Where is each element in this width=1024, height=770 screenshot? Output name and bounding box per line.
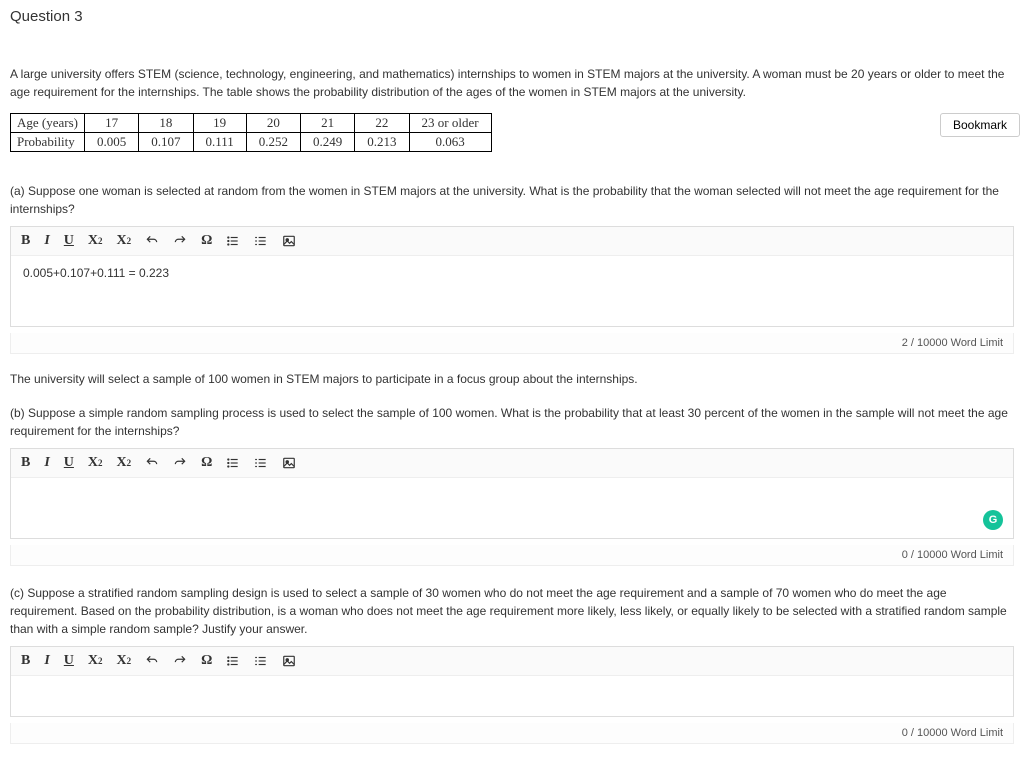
omega-button[interactable]: Ω: [201, 653, 212, 669]
superscript-button[interactable]: X2: [88, 455, 103, 471]
editor-b: B I U X2 X2 Ω G: [10, 448, 1014, 539]
bold-button[interactable]: B: [21, 233, 30, 249]
italic-button[interactable]: I: [44, 233, 49, 249]
answer-area-a[interactable]: 0.005+0.107+0.111 = 0.223: [11, 256, 1013, 326]
subscript-button[interactable]: X2: [117, 233, 132, 249]
answer-area-b[interactable]: G: [11, 478, 1013, 538]
underline-button[interactable]: U: [64, 233, 74, 249]
redo-button[interactable]: [173, 234, 187, 248]
age-cell: 20: [246, 114, 300, 133]
underline-button[interactable]: U: [64, 653, 74, 669]
age-cell: 21: [301, 114, 355, 133]
redo-button[interactable]: [173, 654, 187, 668]
bold-button[interactable]: B: [21, 653, 30, 669]
toolbar: B I U X2 X2 Ω: [11, 647, 1013, 676]
word-limit-c: 0 / 10000 Word Limit: [10, 723, 1014, 744]
toolbar: B I U X2 X2 Ω: [11, 449, 1013, 478]
editor-a: B I U X2 X2 Ω 0.005+0.107+0.111 = 0.223: [10, 226, 1014, 327]
table-row: Probability 0.005 0.107 0.111 0.252 0.24…: [11, 133, 492, 152]
image-button[interactable]: [282, 456, 296, 470]
intro-text: A large university offers STEM (science,…: [10, 65, 1014, 101]
mid-text: The university will select a sample of 1…: [10, 372, 1014, 386]
superscript-button[interactable]: X2: [88, 233, 103, 249]
bullet-list-button[interactable]: [226, 234, 240, 248]
omega-button[interactable]: Ω: [201, 233, 212, 249]
undo-button[interactable]: [145, 456, 159, 470]
age-cell: 23 or older: [409, 114, 491, 133]
undo-button[interactable]: [145, 654, 159, 668]
subscript-button[interactable]: X2: [117, 455, 132, 471]
subscript-button[interactable]: X2: [117, 653, 132, 669]
question-title: Question 3: [10, 8, 1014, 25]
age-label: Age (years): [11, 114, 85, 133]
age-cell: 17: [85, 114, 139, 133]
age-cell: 22: [355, 114, 409, 133]
part-a-text: (a) Suppose one woman is selected at ran…: [10, 182, 1014, 218]
toolbar: B I U X2 X2 Ω: [11, 227, 1013, 256]
italic-button[interactable]: I: [44, 653, 49, 669]
bookmark-button[interactable]: Bookmark: [940, 113, 1020, 137]
underline-button[interactable]: U: [64, 455, 74, 471]
prob-cell: 0.213: [355, 133, 409, 152]
bold-button[interactable]: B: [21, 455, 30, 471]
answer-area-c[interactable]: [11, 676, 1013, 716]
part-b-text: (b) Suppose a simple random sampling pro…: [10, 404, 1014, 440]
age-cell: 19: [193, 114, 246, 133]
bullet-list-button[interactable]: [226, 654, 240, 668]
part-c-text: (c) Suppose a stratified random sampling…: [10, 584, 1014, 638]
number-list-button[interactable]: [254, 234, 268, 248]
table-row: Age (years) 17 18 19 20 21 22 23 or olde…: [11, 114, 492, 133]
image-button[interactable]: [282, 234, 296, 248]
age-cell: 18: [139, 114, 193, 133]
prob-cell: 0.111: [193, 133, 246, 152]
prob-cell: 0.005: [85, 133, 139, 152]
editor-c: B I U X2 X2 Ω: [10, 646, 1014, 717]
undo-button[interactable]: [145, 234, 159, 248]
image-button[interactable]: [282, 654, 296, 668]
word-limit-a: 2 / 10000 Word Limit: [10, 333, 1014, 354]
word-limit-b: 0 / 10000 Word Limit: [10, 545, 1014, 566]
bullet-list-button[interactable]: [226, 456, 240, 470]
probability-table: Age (years) 17 18 19 20 21 22 23 or olde…: [10, 113, 492, 152]
prob-label: Probability: [11, 133, 85, 152]
prob-cell: 0.249: [301, 133, 355, 152]
redo-button[interactable]: [173, 456, 187, 470]
prob-cell: 0.063: [409, 133, 491, 152]
superscript-button[interactable]: X2: [88, 653, 103, 669]
grammarly-icon[interactable]: G: [983, 510, 1003, 530]
prob-cell: 0.252: [246, 133, 300, 152]
number-list-button[interactable]: [254, 654, 268, 668]
omega-button[interactable]: Ω: [201, 455, 212, 471]
prob-cell: 0.107: [139, 133, 193, 152]
italic-button[interactable]: I: [44, 455, 49, 471]
number-list-button[interactable]: [254, 456, 268, 470]
